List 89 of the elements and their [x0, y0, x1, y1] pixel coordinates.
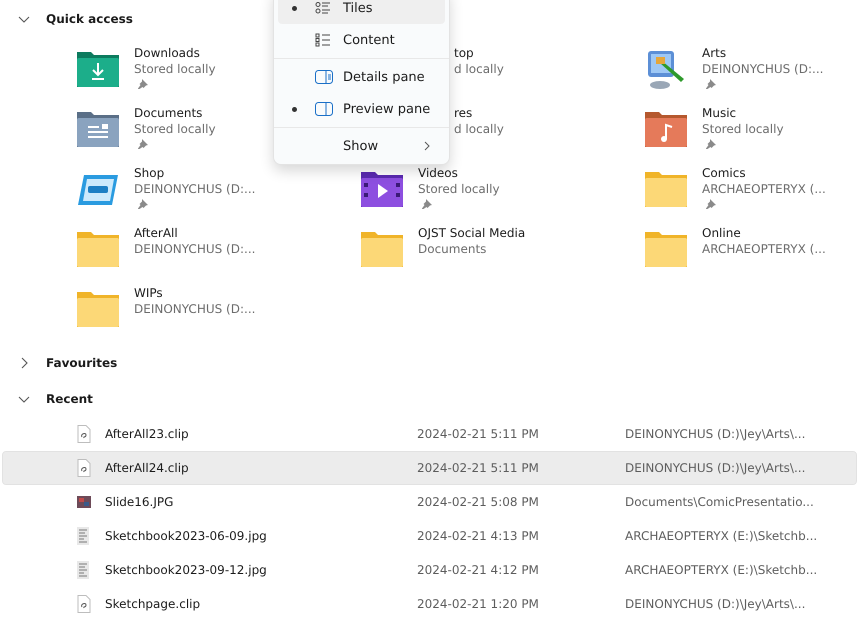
tile-name: OJST Social Media [418, 225, 526, 241]
folder-icon [360, 229, 404, 269]
menu-item[interactable]: Show [278, 130, 445, 162]
file-date: 2024-02-21 1:20 PM [417, 597, 540, 611]
quick-access-tile[interactable]: Arts DEINONYCHUS (D:... [644, 45, 857, 105]
tile-detail: d locally [454, 121, 504, 137]
tile-name: Music [702, 105, 738, 121]
quick-access-tile[interactable]: Comics ARCHAEOPTERYX (... [644, 165, 857, 225]
section-title[interactable]: Recent [46, 392, 93, 406]
pin-icon [706, 139, 716, 149]
clip-file-icon [77, 595, 91, 613]
image-thumbnail-icon [77, 496, 91, 508]
tile-name: AfterAll [134, 225, 179, 241]
tile-name: Videos [418, 165, 459, 181]
quick-access-tile[interactable]: Music Stored locally [644, 105, 857, 165]
quick-access-tile[interactable]: OJST Social Media Documents [360, 225, 644, 285]
tile-detail: Stored locally [702, 121, 784, 137]
file-name: Slide16.JPG [105, 495, 174, 509]
tile-name: res [454, 105, 474, 121]
quick-access-tile[interactable]: AfterAll DEINONYCHUS (D:... [76, 225, 360, 285]
file-name: AfterAll24.clip [105, 461, 190, 475]
tile-detail: d locally [454, 61, 504, 77]
pin-icon [138, 79, 148, 89]
pin-icon [706, 79, 716, 89]
video-folder-icon [360, 169, 404, 209]
pin-icon [138, 139, 148, 149]
pin-icon [706, 199, 716, 209]
tile-detail: DEINONYCHUS (D:... [702, 61, 824, 77]
music-folder-icon [644, 109, 688, 149]
file-date: 2024-02-21 4:12 PM [417, 563, 540, 577]
folder-icon [644, 169, 688, 209]
file-name: Sketchpage.clip [105, 597, 202, 611]
file-location: Documents\ComicPresentatio... [625, 495, 814, 509]
sketch-thumbnail-icon [77, 561, 89, 579]
file-name: Sketchbook2023-06-09.jpg [105, 529, 268, 543]
tile-name: Arts [702, 45, 728, 61]
list-icon [315, 33, 331, 47]
file-location: ARCHAEOPTERYX (E:)\Sketchb... [625, 563, 818, 577]
folder-icon [76, 289, 120, 329]
quick-access-tile[interactable]: Shop DEINONYCHUS (D:... [76, 165, 360, 225]
file-row[interactable]: AfterAll24.clip 2024-02-21 5:11 PM DEINONYCHUS (D:)\Jey\Arts\... [2, 451, 857, 485]
quick-access-tile[interactable]: WIPs DEINONYCHUS (D:... [76, 285, 360, 345]
file-date: 2024-02-21 5:11 PM [417, 427, 540, 441]
menu-item[interactable]: Content [278, 24, 445, 56]
tile-detail: Stored locally [134, 61, 216, 77]
file-location: DEINONYCHUS (D:)\Jey\Arts\... [625, 427, 806, 441]
file-location: DEINONYCHUS (D:)\Jey\Arts\... [625, 461, 806, 475]
tile-detail: DEINONYCHUS (D:... [134, 301, 256, 317]
tile-name: WIPs [134, 285, 164, 301]
tile-detail: ARCHAEOPTERYX (... [702, 181, 826, 197]
pin-icon [422, 199, 432, 209]
file-name: Sketchbook2023-09-12.jpg [105, 563, 268, 577]
tile-detail: DEINONYCHUS (D:... [134, 241, 256, 257]
file-date: 2024-02-21 4:13 PM [417, 529, 540, 543]
file-date: 2024-02-21 5:11 PM [417, 461, 540, 475]
clip-file-icon [77, 459, 91, 477]
folder-icon [644, 229, 688, 269]
tile-detail: Stored locally [418, 181, 500, 197]
documents-folder-icon [76, 109, 120, 149]
tile-name: Online [702, 225, 742, 241]
section-title[interactable]: Favourites [46, 356, 118, 370]
tile-detail: Documents [418, 241, 488, 257]
file-name: AfterAll23.clip [105, 427, 190, 441]
pin-icon [138, 199, 148, 209]
tile-name: Downloads [134, 45, 201, 61]
tile-name: top [454, 45, 475, 61]
quick-access-tile[interactable]: Videos Stored locally [360, 165, 644, 225]
download-folder-icon [76, 49, 120, 89]
file-date: 2024-02-21 5:08 PM [417, 495, 540, 509]
tile-name: Documents [134, 105, 204, 121]
file-location: DEINONYCHUS (D:)\Jey\Arts\... [625, 597, 806, 611]
menu-item[interactable]: Preview pane [278, 93, 445, 125]
menu-item[interactable]: Details pane [278, 61, 445, 93]
section-title[interactable]: Quick access [46, 12, 133, 26]
clip-file-icon [77, 425, 91, 443]
tile-detail: Stored locally [134, 121, 216, 137]
sketch-thumbnail-icon [77, 527, 89, 545]
folder-icon [76, 229, 120, 269]
chevron-right-icon [423, 141, 431, 151]
tile-name: Shop [134, 165, 166, 181]
tile-name: Comics [702, 165, 747, 181]
file-location: ARCHAEOPTERYX (E:)\Sketchb... [625, 529, 818, 543]
details-pane-icon [315, 70, 333, 84]
menu-item[interactable]: Tiles [278, 0, 445, 24]
tile-detail: DEINONYCHUS (D:... [134, 181, 256, 197]
preview-pane-icon [315, 102, 333, 116]
quick-access-tile[interactable]: Online ARCHAEOPTERYX (... [644, 225, 857, 285]
list-icon [315, 1, 331, 15]
tile-detail: ARCHAEOPTERYX (... [702, 241, 826, 257]
